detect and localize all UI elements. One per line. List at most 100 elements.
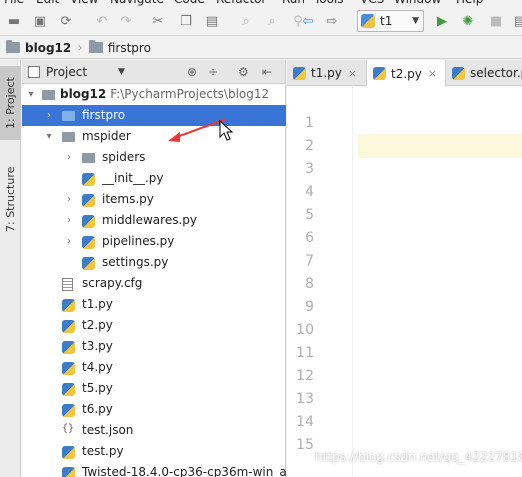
json-file-icon: {}: [62, 423, 75, 434]
project-panel-title[interactable]: Project: [46, 65, 87, 79]
run-config-label: t1: [380, 14, 393, 28]
project-panel-header: Project ▼ ⊕ ÷ ⚙ ⇤: [22, 60, 285, 84]
editor-tabs: t1.py × t2.py × selector.p: [287, 60, 522, 87]
chevron-down-icon[interactable]: ▾: [26, 89, 36, 100]
tree-root[interactable]: ▾ blog12 F:\PycharmProjects\blog12: [22, 84, 286, 105]
tree-item-label: scrapy.cfg: [82, 276, 143, 290]
find-icon[interactable]: ⌕: [236, 11, 256, 31]
close-icon[interactable]: ×: [348, 67, 357, 80]
tree-item-label: t3.py: [82, 339, 113, 353]
tree-item[interactable]: test.py: [22, 441, 286, 462]
code-editor[interactable]: 1 2 3 4 5 6 7 8 9 10 11 12 13 14 15: [287, 87, 522, 477]
gear-icon[interactable]: ⚙: [238, 65, 249, 79]
hide-icon[interactable]: ⇤: [262, 65, 272, 79]
line-number: 8: [305, 276, 314, 292]
tree-item[interactable]: t2.py: [22, 315, 286, 336]
breadcrumb-label: blog12: [25, 40, 72, 55]
tree-item[interactable]: t6.py: [22, 399, 286, 420]
editor-tab[interactable]: t2.py ×: [367, 60, 446, 87]
collapse-icon[interactable]: ÷: [208, 65, 218, 79]
open-folder-icon[interactable]: ▬: [4, 11, 24, 31]
chevron-right-icon[interactable]: ›: [64, 194, 74, 205]
line-number: 3: [305, 161, 314, 177]
line-number: 5: [305, 207, 314, 223]
python-file-icon: [82, 173, 95, 186]
tree-item[interactable]: › firstpro: [22, 105, 286, 126]
tree-item-label: firstpro: [82, 108, 126, 122]
tree-item-label: pipelines.py: [102, 234, 175, 248]
back-icon[interactable]: ⇦: [298, 11, 318, 31]
python-file-icon: [82, 236, 95, 249]
project-view-icon: [28, 65, 40, 78]
chevron-right-icon[interactable]: ›: [64, 215, 74, 226]
tree-item-label: t5.py: [82, 381, 113, 395]
editor-tab[interactable]: t1.py ×: [287, 60, 367, 86]
breadcrumb-item-root[interactable]: blog12: [6, 40, 72, 55]
python-file-icon: [373, 67, 386, 80]
root-name: blog12: [60, 87, 107, 101]
python-file-icon: [82, 194, 95, 207]
folder-icon: [88, 40, 103, 53]
line-number-gutter: 1 2 3 4 5 6 7 8 9 10 11 12 13 14 15: [287, 87, 353, 477]
line-number: 12: [296, 368, 314, 384]
editor-tab[interactable]: selector.p: [446, 60, 522, 86]
tree-item-label: settings.py: [102, 255, 169, 269]
cut-icon[interactable]: ✂: [148, 11, 168, 31]
close-icon[interactable]: ×: [428, 67, 437, 80]
run-config-select[interactable]: t1 ▼: [357, 10, 424, 32]
current-line-highlight: [358, 134, 522, 158]
tree-item[interactable]: › items.py: [22, 189, 286, 210]
tree-item[interactable]: t5.py: [22, 378, 286, 399]
stop-icon[interactable]: ■: [486, 11, 506, 31]
python-file-icon: [62, 467, 75, 477]
breadcrumb: blog12 › firstpro: [0, 37, 522, 59]
python-file-icon: [62, 404, 75, 417]
chevron-right-icon[interactable]: ›: [64, 152, 74, 163]
tab-structure[interactable]: 7: Structure: [0, 156, 21, 242]
tree-item[interactable]: __init__.py: [22, 168, 286, 189]
tree-item[interactable]: {} test.json: [22, 420, 286, 441]
paste-icon[interactable]: ▤: [202, 11, 222, 31]
tree-item[interactable]: › pipelines.py: [22, 231, 286, 252]
save-all-icon[interactable]: ▣: [30, 11, 50, 31]
copy-icon[interactable]: ❐: [176, 11, 196, 31]
breadcrumb-separator-icon: ›: [77, 39, 83, 56]
chevron-right-icon[interactable]: ›: [64, 236, 74, 247]
redo-icon[interactable]: ↷: [116, 11, 136, 31]
tree-item[interactable]: t1.py: [22, 294, 286, 315]
more-icon[interactable]: ▤: [510, 11, 522, 31]
python-file-icon: [452, 66, 465, 80]
chevron-down-icon[interactable]: ▾: [44, 131, 54, 142]
tree-item[interactable]: › spiders: [22, 147, 286, 168]
tree-item-label: test.json: [82, 423, 134, 437]
tree-item[interactable]: t3.py: [22, 336, 286, 357]
tree-item[interactable]: Twisted-18.4.0-cp36-cp36m-win_am: [22, 462, 298, 477]
chevron-down-icon[interactable]: ▼: [118, 67, 125, 77]
tree-item[interactable]: › middlewares.py: [22, 210, 286, 231]
line-number: 11: [296, 345, 314, 361]
config-file-icon: [62, 278, 73, 291]
debug-icon[interactable]: ✺: [458, 11, 478, 31]
replace-icon[interactable]: ⌕: [262, 11, 282, 31]
chevron-down-icon: ▼: [412, 16, 419, 26]
locate-icon[interactable]: ⊕: [187, 65, 197, 79]
line-number: 10: [296, 322, 314, 338]
forward-icon[interactable]: ⇨: [322, 11, 342, 31]
chevron-right-icon[interactable]: ›: [44, 110, 54, 121]
run-icon[interactable]: ▶: [432, 11, 452, 31]
tree-item-label: t4.py: [82, 360, 113, 374]
tab-project[interactable]: 1: Project: [0, 66, 21, 140]
tree-item[interactable]: scrapy.cfg: [22, 273, 286, 294]
tab-project-label: 1: Project: [4, 77, 17, 129]
sync-icon[interactable]: ⟳: [56, 11, 76, 31]
python-file-icon: [62, 383, 75, 396]
project-panel: Project ▼ ⊕ ÷ ⚙ ⇤ ▾ blog12 F:\PycharmProj…: [22, 60, 298, 477]
folder-icon: [82, 153, 95, 163]
folder-icon: [42, 90, 55, 100]
undo-icon[interactable]: ↶: [92, 11, 112, 31]
breadcrumb-item-firstpro[interactable]: firstpro: [88, 40, 151, 55]
tree-item[interactable]: settings.py: [22, 252, 286, 273]
tree-item[interactable]: t4.py: [22, 357, 286, 378]
python-file-icon: [293, 66, 306, 80]
tree-item[interactable]: ▾ mspider: [22, 126, 286, 147]
